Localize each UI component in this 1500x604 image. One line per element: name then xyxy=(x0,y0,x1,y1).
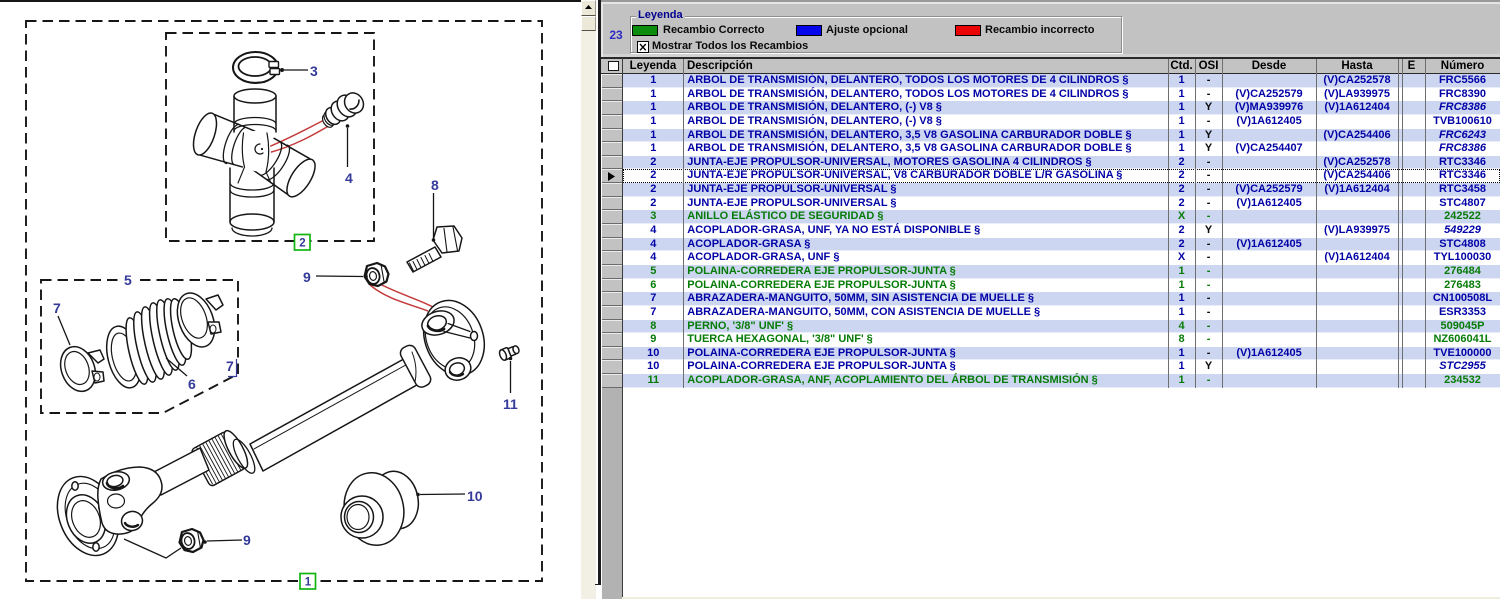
svg-text:5: 5 xyxy=(124,272,132,288)
svg-text:9: 9 xyxy=(243,532,251,548)
svg-text:11: 11 xyxy=(503,396,518,412)
svg-text:4: 4 xyxy=(345,170,353,186)
svg-text:1: 1 xyxy=(305,577,312,589)
svg-text:9: 9 xyxy=(303,269,311,285)
svg-text:7: 7 xyxy=(226,358,234,374)
svg-text:10: 10 xyxy=(467,488,483,504)
svg-text:3: 3 xyxy=(310,63,318,79)
svg-text:7: 7 xyxy=(53,300,61,316)
svg-text:8: 8 xyxy=(431,177,439,193)
svg-text:6: 6 xyxy=(188,376,196,392)
svg-text:2: 2 xyxy=(299,238,305,250)
